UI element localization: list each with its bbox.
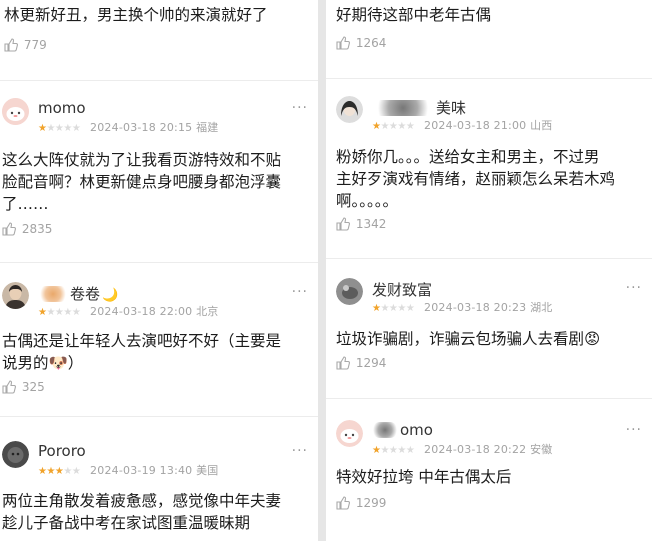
like-button[interactable]: 325 [2, 380, 45, 394]
review-card: Pororo ★★★★★ 2024-03-19 13:40 美国 ··· 两位主… [0, 441, 318, 541]
review-location: 福建 [196, 121, 219, 134]
review-text: 这么大阵仗就为了让我看页游特效和不贴 脸配音啊？林更新健点身吧腰身都泡浮囊 了…… [2, 151, 282, 213]
review-text: 古偶还是让年轻人去演吧好不好（主要是 说男的🐶） [2, 332, 282, 372]
divider [0, 416, 318, 417]
more-options-button[interactable]: ··· [292, 443, 308, 459]
thumbs-up-icon [2, 222, 16, 236]
like-count: 325 [21, 380, 45, 394]
review-location: 安徽 [530, 443, 553, 456]
username[interactable]: omo [372, 421, 433, 439]
username[interactable]: 卷卷 🌙 [38, 283, 118, 304]
avatar[interactable] [336, 96, 363, 123]
review-meta: ★★★★★ 2024-03-19 13:40 美国 [38, 462, 218, 478]
review-card: 美味 ★★★★★ 2024-03-18 21:00 山西 粉娇你几。。。送给女主… [326, 96, 652, 246]
like-count: 2835 [21, 222, 53, 236]
review-date: 2024-03-18 21:00 [424, 119, 527, 132]
review-meta: ★★★★★ 2024-03-18 22:00 北京 [38, 303, 218, 319]
review-text: 粉娇你几。。。送给女主和男主，不过男 主好歹演戏有情绪，赵丽颖怎么呆若木鸡 啊。… [336, 148, 616, 210]
like-button[interactable]: 1264 [336, 36, 386, 50]
star-rating: ★★★★★ [38, 466, 81, 477]
more-options-button[interactable]: ··· [292, 100, 308, 116]
review-meta: ★★★★★ 2024-03-18 20:15 福建 [38, 119, 218, 135]
thumbs-up-icon [336, 356, 350, 370]
avatar[interactable] [2, 98, 29, 125]
username[interactable]: 美味 [372, 97, 466, 118]
review-date: 2024-03-18 20:23 [424, 301, 527, 314]
username[interactable]: Pororo [38, 442, 86, 460]
avatar[interactable] [2, 441, 29, 468]
thumbs-up-icon [336, 217, 350, 231]
like-button[interactable]: 1294 [336, 356, 386, 370]
divider [326, 398, 652, 399]
avatar[interactable] [336, 420, 363, 447]
like-button[interactable]: 2835 [2, 222, 52, 236]
more-options-button[interactable]: ··· [292, 284, 308, 300]
star-rating: ★★★★★ [372, 445, 415, 456]
review-date: 2024-03-18 20:22 [424, 443, 527, 456]
review-date: 2024-03-18 22:00 [90, 305, 193, 318]
review-text: 林更新好丑，男主换个帅的来演就好了 [4, 6, 268, 24]
review-card: 发财致富 ★★★★★ 2024-03-18 20:23 湖北 ··· 垃圾诈骗剧… [326, 278, 652, 388]
review-date: 2024-03-18 20:15 [90, 121, 193, 134]
review-date: 2024-03-19 13:40 [90, 464, 193, 477]
review-text: 垃圾诈骗剧，诈骗云包场骗人去看剧😡 [336, 330, 601, 348]
review-text: 好期待这部中老年古偶 [336, 6, 492, 24]
like-count: 1264 [355, 36, 387, 50]
like-button[interactable]: 1299 [336, 496, 386, 510]
like-button[interactable]: 1342 [336, 217, 386, 231]
review-meta: ★★★★★ 2024-03-18 20:23 湖北 [372, 299, 552, 315]
moon-emoji: 🌙 [102, 288, 119, 303]
star-rating: ★★★★★ [372, 121, 415, 132]
divider [326, 258, 652, 259]
blurred-name [372, 422, 398, 438]
username[interactable]: momo [38, 99, 86, 117]
divider [326, 78, 652, 79]
star-rating: ★★★★★ [38, 123, 81, 134]
thumbs-up-icon [4, 38, 18, 52]
like-count: 1299 [355, 496, 387, 510]
star-rating: ★★★★★ [38, 307, 81, 318]
review-text: 两位主角散发着疲惫感，感觉像中年夫妻 趁儿子备战中考在家试图重温暖昧期 [2, 492, 282, 532]
like-count: 1294 [355, 356, 387, 370]
review-location: 美国 [196, 464, 219, 477]
review-card: momo ★★★★★ 2024-03-18 20:15 福建 ··· 这么大阵仗… [0, 98, 318, 248]
review-location: 北京 [196, 305, 219, 318]
review-card: 林更新好丑，男主换个帅的来演就好了 779 [0, 0, 318, 68]
avatar[interactable] [336, 278, 363, 305]
star-rating: ★★★★★ [372, 303, 415, 314]
more-options-button[interactable]: ··· [626, 422, 642, 438]
review-card: omo ★★★★★ 2024-03-18 20:22 安徽 ··· 特效好拉垮 … [326, 420, 652, 530]
review-meta: ★★★★★ 2024-03-18 20:22 安徽 [372, 441, 552, 457]
like-count: 1342 [355, 217, 387, 231]
blurred-name [372, 100, 434, 116]
divider [0, 80, 318, 81]
divider [0, 262, 318, 263]
blurred-name [38, 286, 68, 302]
review-column-right: 好期待这部中老年古偶 1264 美味 ★★★★★ 2024-03-18 21:0… [326, 0, 652, 541]
avatar[interactable] [2, 282, 29, 309]
review-location: 湖北 [530, 301, 553, 314]
review-column-left: 林更新好丑，男主换个帅的来演就好了 779 momo ★★★★★ 2024-03… [0, 0, 318, 541]
review-meta: ★★★★★ 2024-03-18 21:00 山西 [372, 117, 552, 133]
review-card: 卷卷 🌙 ★★★★★ 2024-03-18 22:00 北京 ··· 古偶还是让年… [0, 282, 318, 402]
thumbs-up-icon [336, 36, 350, 50]
username[interactable]: 发财致富 [372, 279, 432, 300]
like-count: 779 [23, 38, 47, 52]
review-location: 山西 [530, 119, 553, 132]
review-text: 特效好拉垮 中年古偶太后 [336, 468, 512, 486]
thumbs-up-icon [2, 380, 16, 394]
review-card: 好期待这部中老年古偶 1264 [326, 0, 652, 68]
more-options-button[interactable]: ··· [626, 280, 642, 296]
thumbs-up-icon [336, 496, 350, 510]
like-button[interactable]: 779 [4, 38, 47, 52]
